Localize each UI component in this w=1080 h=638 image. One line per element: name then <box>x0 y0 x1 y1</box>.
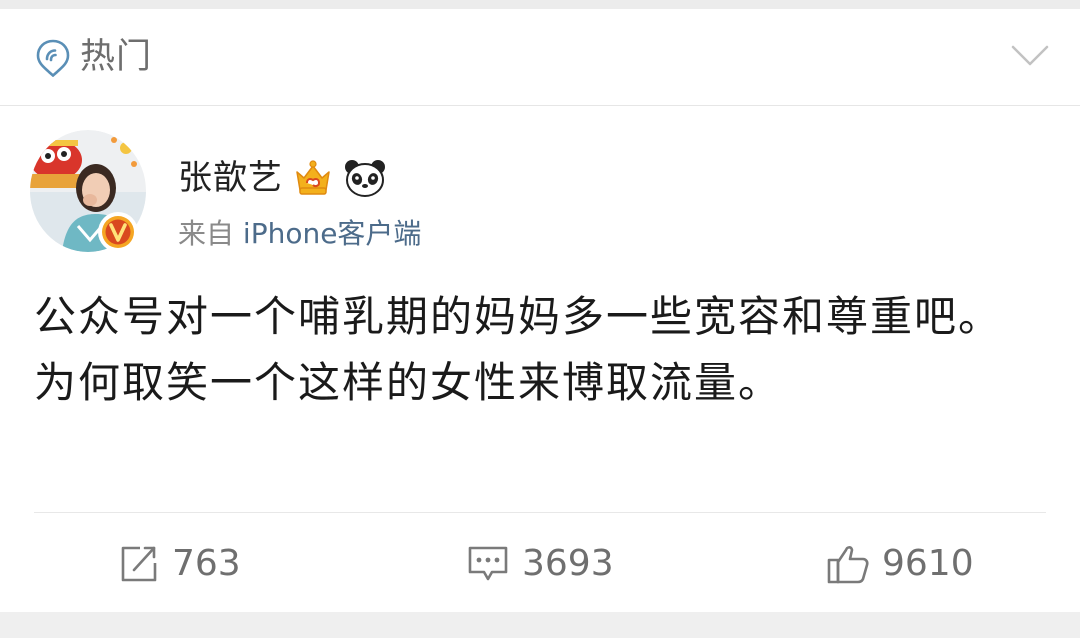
author-name[interactable]: 张歆艺 <box>178 155 283 201</box>
source-prefix: 来自 <box>178 217 235 250</box>
like-count: 9610 <box>882 543 974 584</box>
header-title: 热门 <box>80 37 153 77</box>
source-client-link[interactable]: iPhone客户端 <box>243 217 422 250</box>
repost-icon <box>121 546 157 582</box>
comment-icon <box>468 546 508 581</box>
bottom-strip <box>0 612 1080 638</box>
post-card: 张歆艺 来自 iPhone客户端 公众号对一个哺乳期的妈妈多一些宽容和尊重吧。为… <box>0 106 1080 612</box>
hot-header[interactable]: 热门 <box>0 9 1080 106</box>
post-body-text: 公众号对一个哺乳期的妈妈多一些宽容和尊重吧。为何取笑一个这样的女性来博取流量。 <box>34 292 1003 407</box>
comment-button[interactable]: 3693 <box>466 540 614 588</box>
repost-count: 763 <box>172 543 241 584</box>
weibo-post-screen: 热门 张歆艺 来自 iPhone客户端 公众号对一个哺乳期的妈妈多一些宽容和尊重… <box>0 0 1080 638</box>
author-avatar[interactable] <box>30 130 146 252</box>
verified-v-icon <box>98 212 138 252</box>
chevron-down-icon[interactable] <box>1010 43 1050 69</box>
actions-divider <box>34 512 1046 513</box>
crown-icon <box>296 160 330 195</box>
author-name-row: 张歆艺 <box>178 154 387 202</box>
repost-button[interactable]: 763 <box>118 540 241 588</box>
top-strip <box>0 0 1080 9</box>
location-pin-icon <box>36 39 70 77</box>
panda-icon <box>345 160 385 197</box>
post-source: 来自 iPhone客户端 <box>178 216 421 252</box>
like-button[interactable]: 9610 <box>826 540 974 588</box>
comment-count: 3693 <box>522 543 614 584</box>
thumbs-up-icon <box>827 546 869 584</box>
